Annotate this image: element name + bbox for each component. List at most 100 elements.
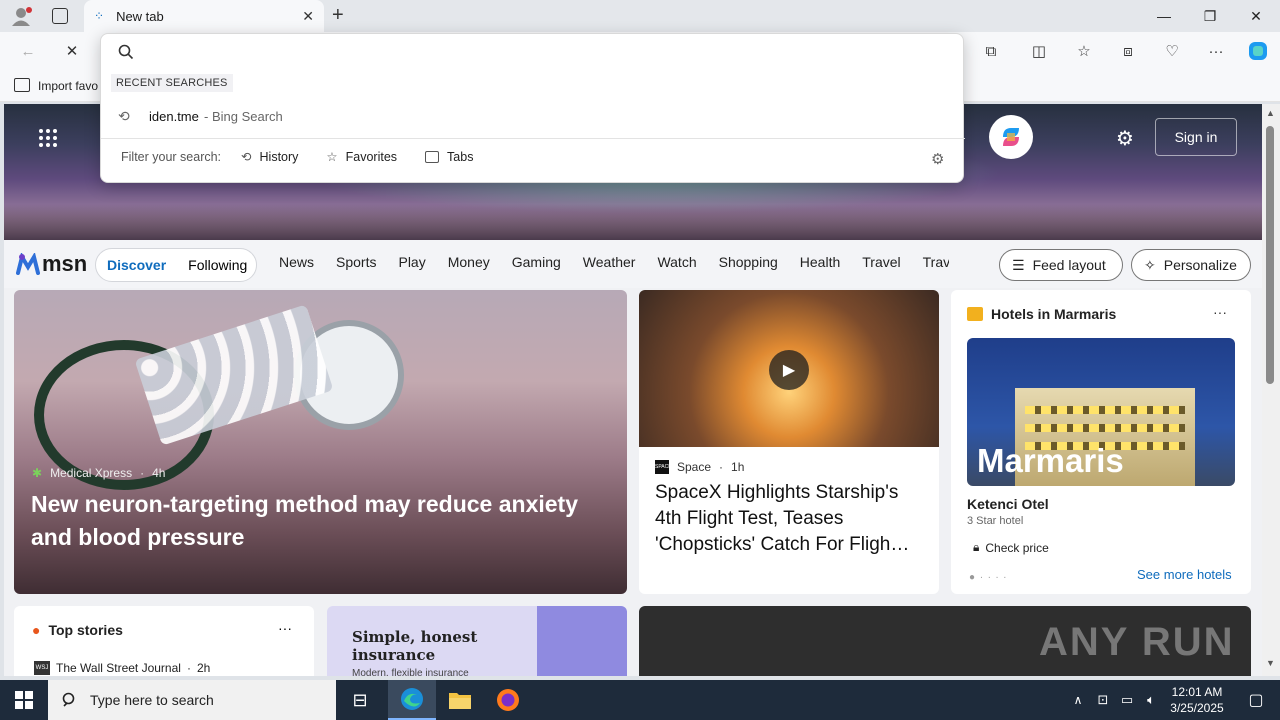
page-scrollbar[interactable]: ▲ ▼ [1262, 104, 1280, 676]
page-settings-icon[interactable]: ⚙ [1116, 126, 1134, 151]
split-screen-icon[interactable]: ◫ [1023, 36, 1055, 66]
clock-time: 12:01 AM [1171, 685, 1223, 699]
hotel-name[interactable]: Ketenci Otel [967, 496, 1049, 512]
nav-item[interactable]: Gaming [512, 254, 561, 270]
nav-item[interactable]: Watch [657, 254, 696, 270]
volume-icon[interactable]: 🔈︎ [1140, 680, 1162, 720]
filter-history-button[interactable]: ⟲ History [241, 149, 299, 165]
top-stories-title: Top stories [48, 622, 123, 638]
restore-button[interactable]: ❐ [1187, 0, 1233, 32]
story-age: 2h [196, 661, 211, 675]
address-input[interactable] [101, 34, 965, 70]
windows-start-icon[interactable] [0, 680, 48, 720]
filter-favorites-button[interactable]: ☆ Favorites [326, 149, 397, 165]
space-headline[interactable]: SpaceX Highlights Starship's 4th Flight … [655, 480, 927, 558]
space-story-card[interactable]: ▶ SPACE Space · 1h SpaceX Highlights Sta… [639, 290, 939, 594]
search-settings-icon[interactable]: ⚙ [931, 150, 944, 168]
title-bar: ⁘ New tab ✕ + — ❐ ✕ [0, 0, 1280, 32]
sliders-icon: ☰ [1012, 256, 1025, 273]
tab-new-tab[interactable]: ⁘ New tab ✕ [84, 0, 324, 32]
nav-item[interactable]: Weather [583, 254, 636, 270]
firefox-icon[interactable] [484, 680, 532, 720]
notifications-icon[interactable]: ▢ [1232, 680, 1280, 720]
recent-search-item[interactable]: ⟲ iden.tme - Bing Search [101, 102, 965, 130]
task-view-icon[interactable]: ⊟ [336, 680, 384, 720]
more-options-icon[interactable]: ··· [1213, 304, 1227, 320]
nav-item[interactable]: Travel [862, 254, 900, 270]
favorites-icon[interactable]: ☆ [1068, 36, 1100, 66]
hotel-section-header: Hotels in Marmaris [967, 306, 1116, 322]
copilot-hero-icon[interactable] [989, 115, 1033, 159]
nav-item[interactable]: Shopping [719, 254, 778, 270]
collections-icon[interactable]: ⧈ [1112, 36, 1144, 66]
stop-loading-button[interactable]: ✕ [56, 36, 88, 66]
filter-history-label: History [259, 149, 299, 164]
scroll-thumb[interactable] [1266, 126, 1274, 384]
story-source: SPACE Space · 1h [655, 460, 744, 474]
story-source: WSJ The Wall Street Journal · 2h [34, 661, 210, 675]
category-nav: News Sports Play Money Gaming Weather Wa… [279, 254, 949, 270]
settings-more-icon[interactable]: ··· [1200, 36, 1232, 66]
new-tab-button[interactable]: + [332, 4, 344, 27]
ad-title: Simple, honest insurance [352, 628, 478, 664]
more-options-icon[interactable]: ··· [278, 620, 292, 636]
story-source-name: Medical Xpress [50, 466, 133, 480]
scroll-down-icon[interactable]: ▼ [1266, 658, 1275, 668]
nav-item[interactable]: News [279, 254, 314, 270]
video-card[interactable]: ANY RUN [639, 606, 1251, 676]
discover-pill[interactable]: Discover [96, 257, 177, 273]
profile-icon[interactable] [10, 6, 32, 26]
personalize-button[interactable]: ✧ Personalize [1131, 249, 1251, 281]
hotel-image-caption: Marmaris [977, 442, 1124, 479]
top-stories-header: ● Top stories [32, 622, 123, 638]
taskbar-search-input[interactable]: Type here to search [48, 680, 336, 720]
apps-grid-icon[interactable] [38, 128, 58, 153]
featured-headline[interactable]: New neuron-targeting method may reduce a… [31, 488, 611, 554]
feed-layout-button[interactable]: ☰ Feed layout [999, 249, 1123, 281]
extensions-icon[interactable]: ⧉ [975, 36, 1007, 66]
msn-logo[interactable]: msn [16, 251, 87, 277]
personalize-label: Personalize [1163, 257, 1237, 273]
top-stories-card: ● Top stories ··· WSJ The Wall Street Jo… [14, 606, 314, 676]
hotel-stars: 3 Star hotel [967, 515, 1024, 527]
ad-subtitle: Modern, flexible insurance [352, 668, 469, 676]
edge-taskbar-icon[interactable] [388, 680, 436, 720]
device-icon[interactable]: ⊡ [1092, 680, 1114, 720]
following-pill[interactable]: Following [177, 257, 258, 273]
taskbar-search-placeholder: Type here to search [90, 692, 214, 708]
story-source-name: Space [677, 460, 712, 474]
network-icon[interactable]: ▭ [1116, 680, 1138, 720]
tab-actions-icon[interactable] [52, 8, 68, 24]
browser-essentials-icon[interactable]: ♡ [1156, 36, 1188, 66]
file-explorer-icon[interactable] [436, 680, 484, 720]
see-more-hotels-link[interactable]: See more hotels [1137, 567, 1232, 582]
import-favorites-link[interactable]: Import favo [38, 79, 98, 93]
play-icon[interactable]: ▶ [769, 350, 809, 390]
taskbar-clock[interactable]: 12:01 AM 3/25/2025 [1162, 684, 1232, 716]
anyrun-watermark: ANY RUN [1039, 620, 1235, 664]
filter-tabs-label: Tabs [447, 149, 474, 164]
msn-nav-row: msn Discover Following News Sports Play … [4, 240, 1262, 288]
nav-item[interactable]: Money [448, 254, 490, 270]
nav-item[interactable]: Sports [336, 254, 376, 270]
close-tab-icon[interactable]: ✕ [302, 8, 314, 25]
pill-blister-graphic [134, 304, 334, 446]
show-hidden-icons[interactable]: ∧ [1066, 680, 1090, 720]
nav-item[interactable]: Health [800, 254, 840, 270]
featured-story-card[interactable]: ✱ Medical Xpress · 4h New neuron-targeti… [14, 290, 627, 594]
nav-item[interactable]: Trav [923, 254, 949, 270]
insurance-ad-card[interactable]: Simple, honest insurance Modern, flexibl… [327, 606, 627, 676]
tab-title: New tab [116, 8, 164, 24]
search-icon [62, 692, 75, 707]
wsj-logo-icon: WSJ [34, 661, 50, 675]
sign-in-button[interactable]: Sign in [1155, 118, 1237, 156]
hotel-image[interactable]: Marmaris [967, 338, 1235, 486]
close-window-button[interactable]: ✕ [1233, 0, 1279, 32]
minimize-button[interactable]: — [1141, 0, 1187, 32]
check-price-button[interactable]: 🔒︎ Check price [973, 540, 1049, 555]
nav-item[interactable]: Play [398, 254, 425, 270]
back-button[interactable]: ← [12, 36, 44, 66]
filter-tabs-button[interactable]: Tabs [425, 150, 473, 164]
scroll-up-icon[interactable]: ▲ [1266, 108, 1275, 118]
copilot-icon[interactable] [1242, 36, 1274, 66]
